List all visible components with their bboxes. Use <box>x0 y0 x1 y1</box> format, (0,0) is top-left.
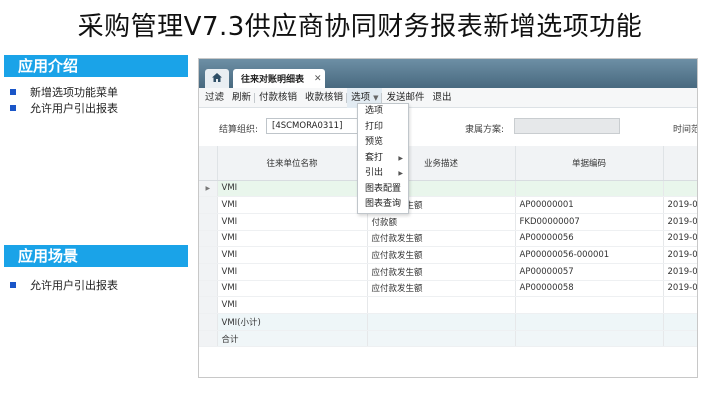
table-row[interactable]: ▶ VMI <box>199 180 697 198</box>
menu-item-chart-config[interactable]: 图表配置 <box>358 182 408 198</box>
column-header[interactable] <box>663 146 697 181</box>
bullet-square-icon <box>10 282 16 288</box>
bullet-square-icon <box>10 105 16 111</box>
table-row[interactable]: VMI应付款发生额AP000000012019-03 <box>199 196 697 214</box>
tab-home[interactable] <box>205 69 229 88</box>
column-header[interactable]: 单据编码 <box>515 146 664 181</box>
home-icon <box>212 72 222 85</box>
table-row[interactable]: VMI应付款发生额AP000000582019-04 <box>199 280 697 298</box>
scheme-field[interactable] <box>514 118 620 134</box>
menu-item-print[interactable]: 打印 <box>358 120 408 136</box>
options-dropdown-menu: 选项 打印 预览 套打 ▶ 引出 ▶ 图表配置 图表查询 <box>357 103 409 214</box>
grid-header-row: 往来单位名称 业务描述 单据编码 <box>199 146 697 181</box>
table-row[interactable]: VMI <box>199 296 697 314</box>
menu-item-options[interactable]: 选项 <box>358 104 408 120</box>
tab-bar: 往来对账明细表 ✕ <box>199 59 697 88</box>
table-row[interactable]: VMI应付款发生额AP000000572019-04 <box>199 263 697 281</box>
menu-item-export[interactable]: 引出 ▶ <box>358 166 408 182</box>
section-heading-intro: 应用介绍 <box>4 55 188 77</box>
table-row[interactable]: VMI付款额FKD000000072019-04 <box>199 213 697 231</box>
menu-item-chart-query[interactable]: 图表查询 <box>358 197 408 213</box>
receipt-writeoff-button[interactable]: 收款核销 <box>301 88 348 108</box>
settlement-org-field[interactable]: [4SCMORA0311] <box>266 118 358 134</box>
report-grid: 往来单位名称 业务描述 单据编码 ▶ VMI VMI应付款发生额AP000000… <box>199 146 697 348</box>
settlement-org-label: 结算组织: <box>219 125 259 135</box>
filter-button[interactable]: 过滤 <box>201 88 228 108</box>
chevron-right-icon: ▶ <box>398 170 403 177</box>
tab-reconciliation-detail[interactable]: 往来对账明细表 ✕ <box>233 69 325 88</box>
scheme-label: 隶属方案: <box>465 125 505 135</box>
scenario-bullet-list: 允许用户引出报表 <box>10 277 118 293</box>
filter-panel: 结算组织: [4SCMORA0311] 隶属方案: 时间范 <box>199 108 697 146</box>
subtotal-row[interactable]: VMI(小计) <box>199 313 697 331</box>
column-header[interactable]: 往来单位名称 <box>217 146 368 181</box>
table-row[interactable]: VMI应付款发生额AP00000056-0000012019-04 <box>199 246 697 264</box>
payment-writeoff-button[interactable]: 付款核销 <box>255 88 301 108</box>
exit-button[interactable]: 退出 <box>428 88 455 108</box>
list-item: 新增选项功能菜单 <box>10 84 118 100</box>
menu-item-template-print[interactable]: 套打 ▶ <box>358 151 408 167</box>
row-indicator-header <box>199 146 218 181</box>
chevron-right-icon: ▶ <box>398 154 403 162</box>
current-row-arrow-icon: ▶ <box>199 180 218 198</box>
menu-item-preview[interactable]: 预览 <box>358 135 408 151</box>
refresh-button[interactable]: 刷新 <box>228 88 256 108</box>
close-icon[interactable]: ✕ <box>314 74 322 84</box>
report-window: 往来对账明细表 ✕ 过滤 刷新 付款核销 收款核销 选项 ▼ 发送邮件 退出 结算… <box>198 58 698 378</box>
chevron-down-icon: ▼ <box>373 93 379 102</box>
section-heading-scenario: 应用场景 <box>4 245 188 267</box>
intro-bullet-list: 新增选项功能菜单 允许用户引出报表 <box>10 84 118 116</box>
list-item: 允许用户引出报表 <box>10 100 118 116</box>
list-item: 允许用户引出报表 <box>10 277 118 293</box>
total-row[interactable]: 合计 <box>199 330 697 348</box>
time-range-label: 时间范 <box>673 125 698 135</box>
bullet-square-icon <box>10 89 16 95</box>
slide-title: 采购管理V7.3供应商协同财务报表新增选项功能 <box>77 12 643 42</box>
toolbar: 过滤 刷新 付款核销 收款核销 选项 ▼ 发送邮件 退出 <box>199 87 697 108</box>
table-row[interactable]: VMI应付款发生额AP000000562019-04 <box>199 230 697 248</box>
